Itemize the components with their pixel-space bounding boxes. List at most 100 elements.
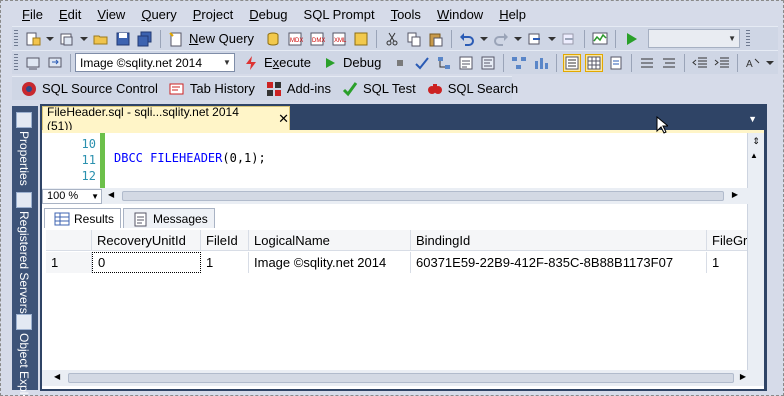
chevron-down-icon[interactable] <box>46 36 54 41</box>
paste-icon[interactable] <box>428 31 444 47</box>
menu-item[interactable]: Debug <box>239 7 293 22</box>
execute-icon[interactable] <box>243 55 259 71</box>
open-folder-icon[interactable] <box>93 31 109 47</box>
sql-test-button[interactable]: SQL Test <box>363 81 416 96</box>
navigate-forward-icon[interactable] <box>561 31 577 47</box>
grid-column-header[interactable]: RecoveryUnitId <box>92 230 201 251</box>
client-statistics-icon[interactable] <box>533 55 549 71</box>
change-connection-icon[interactable] <box>47 55 63 71</box>
activity-monitor-icon[interactable] <box>592 31 608 47</box>
grid-cell[interactable]: 0 <box>92 252 201 273</box>
start-debug-icon[interactable] <box>623 31 639 47</box>
chevron-down-icon[interactable] <box>80 36 88 41</box>
grid-cell[interactable]: 1 <box>201 252 249 273</box>
tab-history-button[interactable]: Tab History <box>190 81 255 96</box>
new-query-button[interactable]: New Query <box>189 31 254 46</box>
editor-vertical-scrollbar[interactable]: ⇕ ▲ <box>747 133 764 188</box>
scroll-left-icon[interactable]: ◀ <box>54 372 60 381</box>
menu-item[interactable]: SQL Prompt <box>294 7 381 22</box>
document-list-icon[interactable]: ▼ <box>748 114 757 124</box>
toolbar-grip[interactable] <box>14 29 18 48</box>
menu-item[interactable]: Project <box>183 7 239 22</box>
uncomment-icon[interactable] <box>661 55 677 71</box>
chevron-down-icon[interactable] <box>766 60 775 65</box>
execute-button[interactable]: Execute <box>264 55 311 70</box>
properties-panel-tab[interactable]: Properties <box>16 112 32 186</box>
database-select[interactable]: Image ©sqlity.net 2014 ▼ <box>75 53 235 72</box>
scroll-thumb[interactable] <box>68 373 734 383</box>
tab-messages[interactable]: Messages <box>123 208 215 228</box>
chevron-down-icon[interactable]: ▼ <box>725 30 739 47</box>
scroll-right-icon[interactable]: ▶ <box>732 190 738 199</box>
zoom-select[interactable]: 100 % ▼ <box>42 188 102 204</box>
grid-cell[interactable]: 60371E59-22B9-412F-835C-8B88B1173F07 <box>411 252 707 273</box>
menu-item[interactable]: View <box>87 7 131 22</box>
add-item-icon[interactable] <box>59 31 75 47</box>
new-query-icon[interactable] <box>168 31 184 47</box>
grid-column-header[interactable]: BindingId <box>411 230 707 251</box>
menu-item[interactable]: Query <box>131 7 182 22</box>
sql-test-icon[interactable] <box>342 81 358 97</box>
toolbar-grip[interactable] <box>14 53 18 72</box>
close-icon[interactable]: ✕ <box>278 111 289 127</box>
debug-button[interactable]: Debug <box>343 55 381 70</box>
dmx-query-icon[interactable]: DMX <box>309 31 325 47</box>
chevron-down-icon[interactable] <box>548 36 557 41</box>
display-plan-icon[interactable] <box>436 55 452 71</box>
sql-source-control-icon[interactable] <box>21 81 37 97</box>
menu-item[interactable]: Help <box>489 7 532 22</box>
increase-indent-icon[interactable] <box>714 55 730 71</box>
results-to-text-icon[interactable] <box>563 53 582 72</box>
chevron-down-icon[interactable]: ▼ <box>220 54 234 71</box>
results-to-grid-icon[interactable] <box>585 53 604 72</box>
sql-search-button[interactable]: SQL Search <box>448 81 518 96</box>
menu-item[interactable]: Edit <box>49 7 87 22</box>
intellisense-icon[interactable] <box>480 55 496 71</box>
document-tab[interactable]: FileHeader.sql - sqli...sqlity.net 2014 … <box>42 105 290 133</box>
results-vertical-scrollbar[interactable] <box>747 204 764 370</box>
cancel-query-icon[interactable] <box>392 55 408 71</box>
include-actual-plan-icon[interactable] <box>511 55 527 71</box>
query-editor[interactable]: 10 11 12 DBCC FILEHEADER(0,1); ⇕ ▲ <box>42 130 764 188</box>
toolbar-overflow[interactable] <box>746 29 751 48</box>
split-icon[interactable]: ⇕ <box>750 135 762 147</box>
copy-icon[interactable] <box>406 31 422 47</box>
debug-play-icon[interactable] <box>322 55 338 71</box>
save-icon[interactable] <box>115 31 131 47</box>
query-options-icon[interactable] <box>458 55 474 71</box>
grid-cell[interactable]: Image ©sqlity.net 2014 <box>249 252 411 273</box>
addins-button[interactable]: Add-ins <box>287 81 331 96</box>
xmla-query-icon[interactable]: XML <box>331 31 347 47</box>
results-grid[interactable]: RecoveryUnitId FileId LogicalName Bindin… <box>46 230 758 276</box>
specify-values-icon[interactable]: A <box>745 55 761 71</box>
solution-config-select[interactable]: ▼ <box>648 29 741 48</box>
save-all-icon[interactable] <box>137 31 153 47</box>
editor-horizontal-scrollbar[interactable]: ◀ ▶ <box>106 189 760 203</box>
tab-history-icon[interactable] <box>169 81 185 97</box>
analysis-query-icon[interactable]: MDX <box>287 31 303 47</box>
connect-icon[interactable] <box>25 55 41 71</box>
chevron-down-icon[interactable]: ▼ <box>91 192 99 201</box>
scroll-left-icon[interactable]: ◀ <box>108 190 114 199</box>
results-to-file-icon[interactable] <box>608 55 624 71</box>
compact-query-icon[interactable] <box>353 31 369 47</box>
cut-icon[interactable] <box>384 31 400 47</box>
addins-icon[interactable] <box>266 81 282 97</box>
comment-out-icon[interactable] <box>639 55 655 71</box>
registered-servers-panel-tab[interactable]: Registered Servers <box>16 192 32 314</box>
database-engine-query-icon[interactable] <box>265 31 281 47</box>
row-number[interactable]: 1 <box>46 252 92 273</box>
menu-item[interactable]: Tools <box>381 7 427 22</box>
scroll-right-icon[interactable]: ▶ <box>740 372 746 381</box>
sql-source-control-button[interactable]: SQL Source Control <box>42 81 158 96</box>
menu-item[interactable]: File <box>2 7 49 22</box>
chevron-down-icon[interactable] <box>480 36 489 41</box>
scroll-thumb[interactable] <box>122 191 724 201</box>
tab-results[interactable]: Results <box>44 208 122 228</box>
scroll-up-icon[interactable]: ▲ <box>750 151 758 160</box>
decrease-indent-icon[interactable] <box>692 55 708 71</box>
chevron-down-icon[interactable] <box>514 36 523 41</box>
object-explorer-panel-tab[interactable]: Object Explorer <box>16 314 32 396</box>
new-project-icon[interactable] <box>25 31 41 47</box>
grid-column-header[interactable]: FileId <box>201 230 249 251</box>
